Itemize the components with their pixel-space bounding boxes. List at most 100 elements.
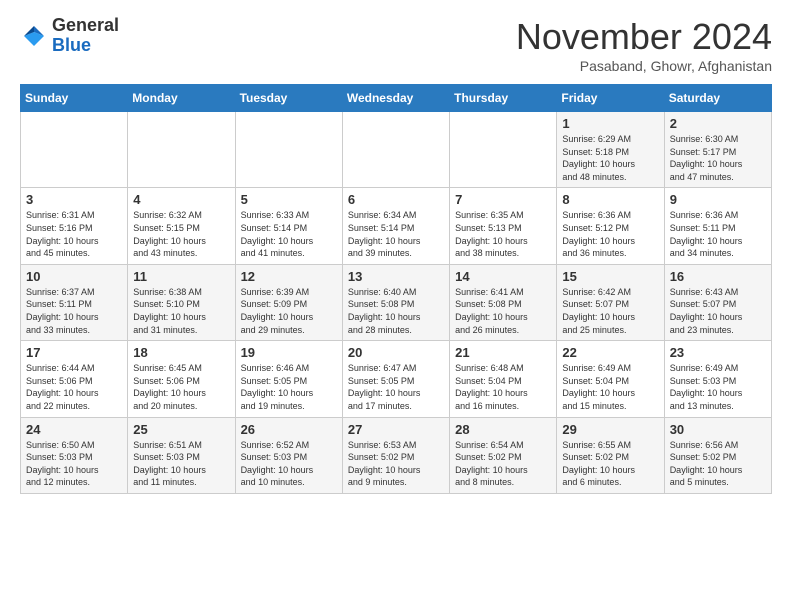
calendar-week-3: 17Sunrise: 6:44 AM Sunset: 5:06 PM Dayli… — [21, 341, 772, 417]
day-number: 15 — [562, 269, 658, 284]
day-number: 29 — [562, 422, 658, 437]
weekday-header-monday: Monday — [128, 85, 235, 112]
calendar-cell: 15 Sunrise: 6:42 AM Sunset: 5:07 PM Dayli… — [557, 264, 664, 340]
day-info: Sunrise: 6:32 AM Sunset: 5:15 PM Dayligh… — [133, 209, 229, 259]
calendar-cell: 30Sunrise: 6:56 AM Sunset: 5:02 PM Dayli… — [664, 417, 771, 493]
calendar-cell: 16 Sunrise: 6:43 AM Sunset: 5:07 PM Dayli… — [664, 264, 771, 340]
day-number: 2 — [670, 116, 766, 131]
calendar-cell: 1Sunrise: 6:29 AM Sunset: 5:18 PM Daylig… — [557, 112, 664, 188]
day-info: Sunrise: 6:36 AM Sunset: 5:11 PM Dayligh… — [670, 209, 766, 259]
day-info: Sunrise: 6:46 AM Sunset: 5:05 PM Dayligh… — [241, 362, 337, 412]
day-number: 1 — [562, 116, 658, 131]
calendar-week-4: 24 Sunrise: 6:50 AM Sunset: 5:03 PM Dayli… — [21, 417, 772, 493]
calendar-cell: 18Sunrise: 6:45 AM Sunset: 5:06 PM Dayli… — [128, 341, 235, 417]
calendar-cell: 12 Sunrise: 6:39 AM Sunset: 5:09 PM Dayli… — [235, 264, 342, 340]
calendar-week-2: 10 Sunrise: 6:37 AM Sunset: 5:11 PM Dayli… — [21, 264, 772, 340]
day-info: Sunrise: 6:43 AM Sunset: 5:07 PM Dayligh… — [670, 286, 766, 336]
day-number: 16 — [670, 269, 766, 284]
day-number: 5 — [241, 192, 337, 207]
header: General Blue November 2024 Pasaband, Gho… — [20, 16, 772, 74]
logo-icon — [20, 22, 48, 50]
day-number: 19 — [241, 345, 337, 360]
day-info: Sunrise: 6:40 AM Sunset: 5:08 PM Dayligh… — [348, 286, 444, 336]
calendar-cell: 7 Sunrise: 6:35 AM Sunset: 5:13 PM Daylig… — [450, 188, 557, 264]
logo-general-label: General — [52, 16, 119, 36]
day-number: 6 — [348, 192, 444, 207]
calendar-body: 1Sunrise: 6:29 AM Sunset: 5:18 PM Daylig… — [21, 112, 772, 494]
calendar-cell: 27Sunrise: 6:53 AM Sunset: 5:02 PM Dayli… — [342, 417, 449, 493]
day-number: 25 — [133, 422, 229, 437]
day-number: 12 — [241, 269, 337, 284]
calendar-cell: 29 Sunrise: 6:55 AM Sunset: 5:02 PM Dayli… — [557, 417, 664, 493]
calendar-cell: 22 Sunrise: 6:49 AM Sunset: 5:04 PM Dayli… — [557, 341, 664, 417]
day-number: 14 — [455, 269, 551, 284]
calendar-cell: 3Sunrise: 6:31 AM Sunset: 5:16 PM Daylig… — [21, 188, 128, 264]
day-number: 7 — [455, 192, 551, 207]
calendar-cell — [128, 112, 235, 188]
calendar-cell: 10 Sunrise: 6:37 AM Sunset: 5:11 PM Dayli… — [21, 264, 128, 340]
day-number: 23 — [670, 345, 766, 360]
calendar-cell: 24 Sunrise: 6:50 AM Sunset: 5:03 PM Dayli… — [21, 417, 128, 493]
logo: General Blue — [20, 16, 119, 56]
calendar-cell — [21, 112, 128, 188]
calendar-cell: 17Sunrise: 6:44 AM Sunset: 5:06 PM Dayli… — [21, 341, 128, 417]
day-info: Sunrise: 6:38 AM Sunset: 5:10 PM Dayligh… — [133, 286, 229, 336]
day-info: Sunrise: 6:54 AM Sunset: 5:02 PM Dayligh… — [455, 439, 551, 489]
calendar-week-0: 1Sunrise: 6:29 AM Sunset: 5:18 PM Daylig… — [21, 112, 772, 188]
page: General Blue November 2024 Pasaband, Gho… — [0, 0, 792, 510]
day-info: Sunrise: 6:52 AM Sunset: 5:03 PM Dayligh… — [241, 439, 337, 489]
day-number: 24 — [26, 422, 122, 437]
day-info: Sunrise: 6:34 AM Sunset: 5:14 PM Dayligh… — [348, 209, 444, 259]
calendar-cell: 19 Sunrise: 6:46 AM Sunset: 5:05 PM Dayli… — [235, 341, 342, 417]
day-info: Sunrise: 6:36 AM Sunset: 5:12 PM Dayligh… — [562, 209, 658, 259]
day-info: Sunrise: 6:37 AM Sunset: 5:11 PM Dayligh… — [26, 286, 122, 336]
weekday-header-row: SundayMondayTuesdayWednesdayThursdayFrid… — [21, 85, 772, 112]
day-info: Sunrise: 6:51 AM Sunset: 5:03 PM Dayligh… — [133, 439, 229, 489]
day-info: Sunrise: 6:31 AM Sunset: 5:16 PM Dayligh… — [26, 209, 122, 259]
day-number: 4 — [133, 192, 229, 207]
calendar-cell: 26Sunrise: 6:52 AM Sunset: 5:03 PM Dayli… — [235, 417, 342, 493]
calendar-cell — [342, 112, 449, 188]
day-info: Sunrise: 6:56 AM Sunset: 5:02 PM Dayligh… — [670, 439, 766, 489]
day-number: 9 — [670, 192, 766, 207]
weekday-header-friday: Friday — [557, 85, 664, 112]
day-info: Sunrise: 6:55 AM Sunset: 5:02 PM Dayligh… — [562, 439, 658, 489]
calendar-cell: 9 Sunrise: 6:36 AM Sunset: 5:11 PM Daylig… — [664, 188, 771, 264]
calendar-cell: 20Sunrise: 6:47 AM Sunset: 5:05 PM Dayli… — [342, 341, 449, 417]
day-info: Sunrise: 6:50 AM Sunset: 5:03 PM Dayligh… — [26, 439, 122, 489]
day-info: Sunrise: 6:35 AM Sunset: 5:13 PM Dayligh… — [455, 209, 551, 259]
calendar-cell: 14 Sunrise: 6:41 AM Sunset: 5:08 PM Dayli… — [450, 264, 557, 340]
day-info: Sunrise: 6:42 AM Sunset: 5:07 PM Dayligh… — [562, 286, 658, 336]
calendar-table: SundayMondayTuesdayWednesdayThursdayFrid… — [20, 84, 772, 494]
logo-blue-label: Blue — [52, 36, 119, 56]
day-number: 20 — [348, 345, 444, 360]
day-info: Sunrise: 6:44 AM Sunset: 5:06 PM Dayligh… — [26, 362, 122, 412]
day-info: Sunrise: 6:41 AM Sunset: 5:08 PM Dayligh… — [455, 286, 551, 336]
calendar-cell: 4 Sunrise: 6:32 AM Sunset: 5:15 PM Daylig… — [128, 188, 235, 264]
calendar-cell: 11 Sunrise: 6:38 AM Sunset: 5:10 PM Dayli… — [128, 264, 235, 340]
day-number: 22 — [562, 345, 658, 360]
calendar-cell: 13 Sunrise: 6:40 AM Sunset: 5:08 PM Dayli… — [342, 264, 449, 340]
calendar-header: SundayMondayTuesdayWednesdayThursdayFrid… — [21, 85, 772, 112]
day-info: Sunrise: 6:39 AM Sunset: 5:09 PM Dayligh… — [241, 286, 337, 336]
calendar-week-1: 3Sunrise: 6:31 AM Sunset: 5:16 PM Daylig… — [21, 188, 772, 264]
weekday-header-thursday: Thursday — [450, 85, 557, 112]
day-number: 10 — [26, 269, 122, 284]
day-number: 13 — [348, 269, 444, 284]
day-number: 21 — [455, 345, 551, 360]
day-number: 11 — [133, 269, 229, 284]
calendar-cell: 2Sunrise: 6:30 AM Sunset: 5:17 PM Daylig… — [664, 112, 771, 188]
calendar-cell: 23Sunrise: 6:49 AM Sunset: 5:03 PM Dayli… — [664, 341, 771, 417]
day-number: 27 — [348, 422, 444, 437]
calendar-cell: 21Sunrise: 6:48 AM Sunset: 5:04 PM Dayli… — [450, 341, 557, 417]
title-block: November 2024 Pasaband, Ghowr, Afghanist… — [516, 16, 772, 74]
day-info: Sunrise: 6:49 AM Sunset: 5:04 PM Dayligh… — [562, 362, 658, 412]
day-info: Sunrise: 6:45 AM Sunset: 5:06 PM Dayligh… — [133, 362, 229, 412]
weekday-header-sunday: Sunday — [21, 85, 128, 112]
calendar-cell: 28Sunrise: 6:54 AM Sunset: 5:02 PM Dayli… — [450, 417, 557, 493]
day-number: 8 — [562, 192, 658, 207]
calendar-cell: 5Sunrise: 6:33 AM Sunset: 5:14 PM Daylig… — [235, 188, 342, 264]
location: Pasaband, Ghowr, Afghanistan — [516, 58, 772, 74]
weekday-header-saturday: Saturday — [664, 85, 771, 112]
calendar-cell: 6 Sunrise: 6:34 AM Sunset: 5:14 PM Daylig… — [342, 188, 449, 264]
